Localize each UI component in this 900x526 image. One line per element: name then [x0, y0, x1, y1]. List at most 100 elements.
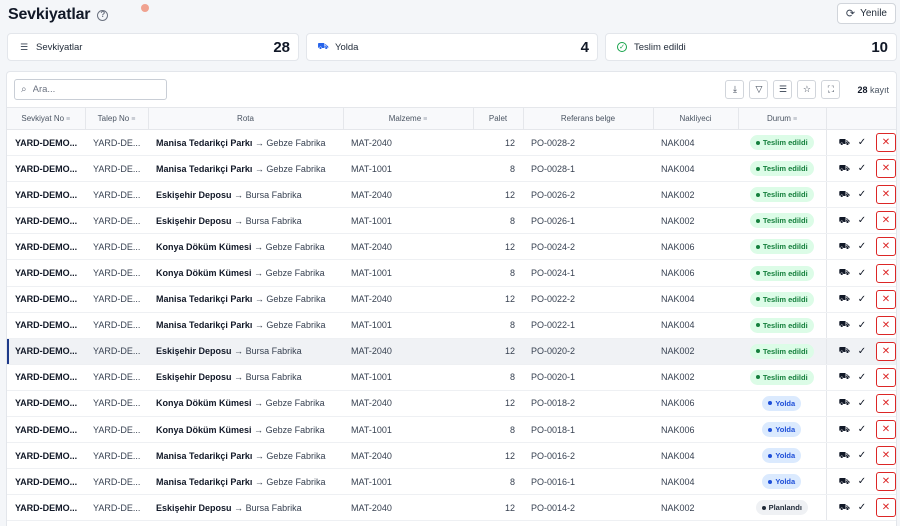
refresh-button[interactable]: ⟳ Yenile: [836, 3, 896, 24]
confirm-check-icon[interactable]: ✓: [850, 450, 874, 461]
truck-icon[interactable]: ⛟: [839, 189, 850, 201]
confirm-check-icon[interactable]: ✓: [850, 476, 874, 487]
col-header-carrier[interactable]: Nakliyeci: [653, 107, 739, 130]
delete-button[interactable]: ✕: [875, 393, 896, 413]
table-row[interactable]: YARD-DEMO... YARD-DE... Konya Döküm Kümesi…: [7, 416, 896, 444]
confirm-check-icon[interactable]: ✓: [850, 372, 874, 383]
confirm-check-icon[interactable]: ✓: [850, 241, 874, 252]
route-origin: Manisa Tedarikçi Parkı: [156, 163, 253, 174]
delete-button[interactable]: ✕: [875, 315, 896, 335]
truck-icon[interactable]: ⛟: [839, 502, 850, 514]
delete-button[interactable]: ✕: [875, 446, 896, 466]
shipment-no-cell[interactable]: YARD-DEMO...: [7, 416, 85, 444]
shipment-no-cell[interactable]: YARD-DEMO...: [7, 233, 85, 261]
delete-button[interactable]: ✕: [875, 498, 896, 518]
table-row[interactable]: YARD-DEMO... YARD-DE... Konya Döküm Kümesi…: [7, 233, 896, 261]
truck-icon[interactable]: ⛟: [839, 163, 850, 175]
table-row[interactable]: YARD-DEMO... YARD-DE... Manisa Tedarikçi P…: [7, 442, 896, 470]
col-header-request-no[interactable]: Talep No ≡: [85, 107, 149, 130]
shipment-no-cell[interactable]: YARD-DEMO...: [7, 442, 85, 470]
table-row[interactable]: YARD-DEMO... YARD-DE... Manisa Tedarikçi P…: [7, 286, 896, 313]
help-icon[interactable]: ?: [97, 9, 109, 21]
table-row[interactable]: YARD-DEMO... YARD-DE... Manisa Tedarikçi P…: [7, 312, 896, 339]
delete-button[interactable]: ✕: [875, 472, 896, 492]
shipment-no-cell[interactable]: YARD-DEMO...: [7, 494, 85, 522]
confirm-check-icon[interactable]: ✓: [850, 137, 874, 148]
col-header-shipment-no[interactable]: Sevkiyat No ≡: [7, 107, 86, 130]
table-row[interactable]: YARD-DEMO... YARD-DE... Eskişehir Deposu →…: [7, 364, 896, 391]
table-row[interactable]: YARD-DEMO... YARD-DE... Konya Döküm Kümesi…: [7, 259, 896, 287]
table-row[interactable]: YARD-DEMO... YARD-DE... Manisa Tedarikçi P…: [7, 155, 896, 183]
table-row[interactable]: YARD-DEMO... YARD-DE... Konya Döküm Kümesi…: [7, 390, 896, 418]
delete-button[interactable]: ✕: [875, 133, 896, 153]
delete-button[interactable]: ✕: [875, 263, 896, 283]
sort-icon[interactable]: ≡: [66, 116, 70, 123]
shipment-no-cell[interactable]: YARD-DEMO...: [7, 338, 85, 365]
confirm-check-icon[interactable]: ✓: [850, 215, 874, 226]
col-header-pallet[interactable]: Palet: [473, 107, 524, 130]
truck-icon[interactable]: ⛟: [839, 241, 850, 253]
columns-icon[interactable]: ☰: [773, 80, 793, 99]
shipment-no-cell[interactable]: YARD-DEMO...: [7, 181, 85, 209]
search-box[interactable]: ⌕: [14, 79, 167, 100]
col-header-reference[interactable]: Referans belge: [523, 107, 654, 130]
truck-icon[interactable]: ⛟: [839, 319, 850, 331]
confirm-check-icon[interactable]: ✓: [850, 502, 874, 513]
delete-button[interactable]: ✕: [875, 289, 896, 309]
status-label: Yolda: [775, 477, 796, 487]
truck-icon[interactable]: ⛟: [839, 424, 850, 436]
table-row[interactable]: YARD-DEMO... YARD-DE... Manisa Tedarikçi P…: [7, 129, 896, 157]
fullscreen-icon[interactable]: ⛶: [821, 80, 841, 99]
shipment-no-cell[interactable]: YARD-DEMO...: [7, 207, 85, 235]
route-destination: Bursa Fabrika: [245, 502, 302, 513]
confirm-check-icon[interactable]: ✓: [850, 424, 874, 435]
delete-button[interactable]: ✕: [875, 237, 896, 257]
confirm-check-icon[interactable]: ✓: [850, 398, 874, 409]
shipment-no-cell[interactable]: YARD-DEMO...: [7, 364, 85, 391]
col-header-route[interactable]: Rota: [148, 107, 344, 130]
col-header-status[interactable]: Durum ≡: [738, 107, 827, 130]
truck-icon[interactable]: ⛟: [839, 476, 850, 488]
col-header-material[interactable]: Malzeme ≡: [343, 107, 474, 130]
truck-icon[interactable]: ⛟: [839, 293, 850, 305]
confirm-check-icon[interactable]: ✓: [850, 320, 874, 331]
table-row[interactable]: YARD-DEMO... YARD-DE... Eskişehir Deposu →…: [7, 338, 896, 365]
star-icon[interactable]: ☆: [797, 80, 817, 99]
confirm-check-icon[interactable]: ✓: [850, 294, 874, 305]
shipment-no-cell[interactable]: YARD-DEMO...: [7, 390, 85, 418]
confirm-check-icon[interactable]: ✓: [850, 163, 874, 174]
shipment-no-cell[interactable]: YARD-DEMO...: [7, 286, 85, 313]
filter-icon[interactable]: ▽: [749, 80, 769, 99]
sort-icon[interactable]: ≡: [423, 116, 427, 123]
truck-icon[interactable]: ⛟: [839, 215, 850, 227]
confirm-check-icon[interactable]: ✓: [850, 268, 874, 279]
table-row[interactable]: YARD-DEMO... YARD-DE... Eskişehir Deposu →…: [7, 181, 896, 209]
request-no-cell: YARD-DE...: [85, 286, 148, 313]
delete-button[interactable]: ✕: [875, 185, 896, 205]
table-row[interactable]: YARD-DEMO... YARD-DE... Eskişehir Deposu →…: [7, 207, 896, 235]
delete-button[interactable]: ✕: [875, 341, 896, 361]
table-row[interactable]: YARD-DEMO... YARD-DE... Eskişehir Deposu →…: [7, 494, 896, 522]
truck-icon[interactable]: ⛟: [839, 267, 850, 279]
delete-button[interactable]: ✕: [875, 420, 896, 440]
delete-button[interactable]: ✕: [875, 367, 896, 387]
confirm-check-icon[interactable]: ✓: [850, 346, 874, 357]
truck-icon[interactable]: ⛟: [839, 397, 850, 409]
shipment-no-cell[interactable]: YARD-DEMO...: [7, 259, 85, 287]
shipment-no-cell[interactable]: YARD-DEMO...: [7, 312, 85, 339]
sort-icon[interactable]: ≡: [793, 116, 797, 123]
shipment-no-cell[interactable]: YARD-DEMO...: [7, 129, 85, 157]
delete-button[interactable]: ✕: [875, 211, 896, 231]
shipment-no-cell[interactable]: YARD-DEMO...: [7, 155, 85, 183]
truck-icon[interactable]: ⛟: [839, 450, 850, 462]
confirm-check-icon[interactable]: ✓: [850, 189, 874, 200]
download-icon[interactable]: ⤓: [725, 80, 745, 99]
delete-button[interactable]: ✕: [875, 159, 896, 179]
table-row[interactable]: YARD-DEMO... YARD-DE... Manisa Tedarikçi P…: [7, 468, 896, 496]
sort-icon[interactable]: ≡: [131, 116, 135, 123]
shipment-no-cell[interactable]: YARD-DEMO...: [7, 468, 85, 496]
truck-icon[interactable]: ⛟: [839, 345, 850, 357]
search-input[interactable]: [32, 84, 153, 95]
truck-icon[interactable]: ⛟: [839, 371, 850, 383]
truck-icon[interactable]: ⛟: [839, 137, 850, 149]
